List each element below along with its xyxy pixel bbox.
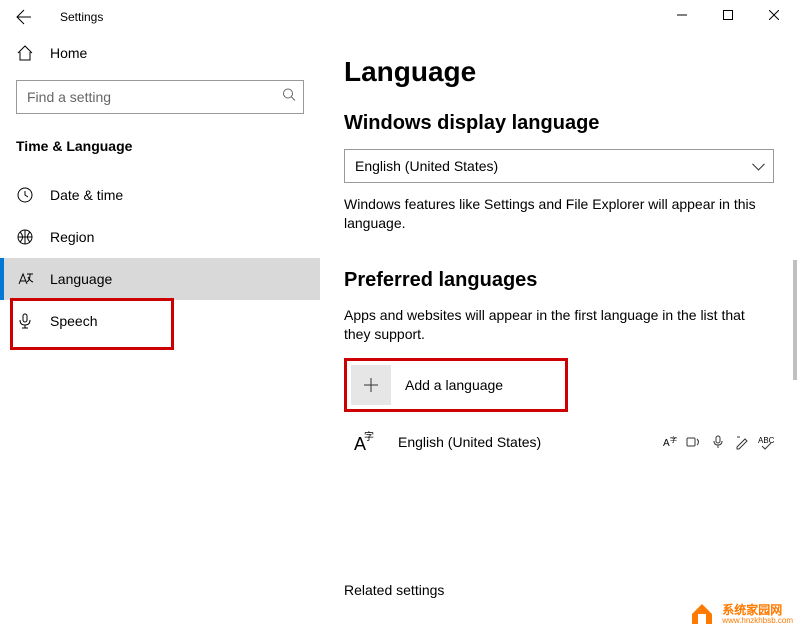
svg-text:A: A	[663, 438, 670, 449]
display-language-dropdown[interactable]: English (United States)	[344, 149, 774, 183]
back-button[interactable]	[0, 0, 48, 34]
sidebar-item-datetime[interactable]: Date & time	[0, 174, 320, 216]
scrollbar[interactable]	[793, 260, 797, 380]
preferred-languages-desc: Apps and websites will appear in the fir…	[344, 306, 764, 344]
language-name: English (United States)	[398, 434, 662, 450]
language-entry[interactable]: A字 English (United States) A字 ABC	[344, 422, 774, 462]
feature-handwriting-icon	[734, 434, 750, 450]
plus-icon	[363, 377, 379, 393]
minimize-button[interactable]	[659, 0, 705, 30]
feature-spellcheck-icon: ABC	[758, 434, 774, 450]
feature-tts-icon	[686, 434, 702, 450]
feature-display-icon: A字	[662, 434, 678, 450]
close-button[interactable]	[751, 0, 797, 30]
sidebar-item-label: Region	[50, 229, 94, 245]
maximize-button[interactable]	[705, 0, 751, 30]
watermark-url: www.hnzkhbsb.com	[722, 616, 793, 625]
titlebar: Settings	[0, 0, 797, 34]
window-title: Settings	[60, 10, 103, 24]
maximize-icon	[723, 10, 733, 20]
feature-speech-icon	[710, 434, 726, 450]
sidebar-item-speech[interactable]: Speech	[0, 300, 320, 342]
window-controls	[659, 0, 797, 30]
sidebar-category: Time & Language	[0, 130, 320, 174]
svg-text:字: 字	[364, 430, 374, 443]
sidebar-item-region[interactable]: Region	[0, 216, 320, 258]
svg-text:ABC: ABC	[758, 436, 774, 445]
home-icon	[16, 44, 34, 62]
language-glyph-icon: A字	[344, 422, 384, 462]
sidebar-item-label: Date & time	[50, 187, 123, 203]
search-box	[16, 80, 304, 114]
page-title: Language	[344, 56, 797, 88]
sidebar: Home Time & Language Date & time Region	[0, 34, 320, 632]
related-settings-heading: Related settings	[344, 582, 797, 598]
language-icon	[16, 270, 34, 288]
preferred-languages-heading: Preferred languages	[344, 269, 797, 292]
minimize-icon	[677, 10, 687, 20]
sidebar-item-language[interactable]: Language	[0, 258, 320, 300]
sidebar-home-label: Home	[50, 45, 87, 61]
search-icon	[282, 88, 296, 107]
language-features: A字 ABC	[662, 434, 774, 450]
microphone-icon	[16, 312, 34, 330]
sidebar-home[interactable]: Home	[0, 34, 320, 72]
sidebar-item-label: Language	[50, 271, 112, 287]
watermark-icon	[688, 600, 716, 628]
add-language-label: Add a language	[405, 377, 503, 393]
watermark: 系统家园网 www.hnzkhbsb.com	[688, 600, 793, 628]
plus-icon-box	[351, 365, 391, 405]
search-input[interactable]	[16, 80, 304, 114]
sidebar-item-label: Speech	[50, 313, 97, 329]
clock-icon	[16, 186, 34, 204]
back-arrow-icon	[16, 9, 32, 25]
display-language-value: English (United States)	[355, 158, 498, 174]
close-icon	[769, 10, 779, 20]
add-language-button[interactable]: Add a language	[344, 358, 568, 412]
globe-icon	[16, 228, 34, 246]
watermark-text: 系统家园网	[722, 604, 793, 616]
display-language-desc: Windows features like Settings and File …	[344, 195, 764, 233]
display-language-heading: Windows display language	[344, 112, 797, 135]
main-content: Language Windows display language Englis…	[320, 34, 797, 632]
svg-text:字: 字	[670, 435, 677, 444]
